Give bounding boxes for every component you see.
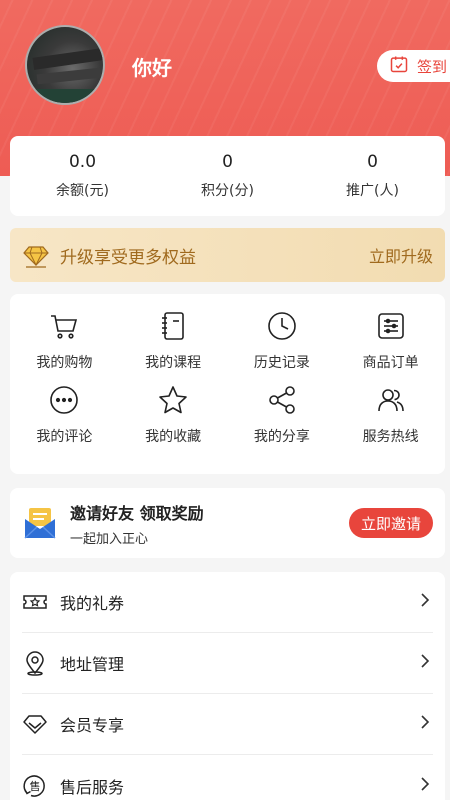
grid-item-label: 我的购物	[36, 355, 93, 371]
diamond-outline-icon	[22, 711, 48, 737]
avatar[interactable]	[25, 25, 105, 105]
grid-item-history[interactable]: 历史记录	[228, 310, 337, 384]
upgrade-now-link[interactable]: 立即升级	[369, 243, 433, 267]
menu-item-label: 会员专享	[60, 716, 125, 735]
menu-item-label: 地址管理	[60, 655, 125, 674]
menu-item-after-sales[interactable]: 售 售后服务	[22, 755, 433, 800]
signin-label: 签到	[417, 57, 448, 76]
grid-item-label: 我的课程	[145, 355, 202, 371]
stat-points[interactable]: 0 积分(分)	[155, 136, 300, 216]
grid-item-comments[interactable]: 我的评论	[10, 384, 119, 458]
clock-icon	[266, 310, 298, 346]
notebook-icon	[157, 310, 189, 346]
list-icon	[375, 310, 407, 346]
comment-icon	[48, 384, 80, 420]
stat-label: 推广(人)	[346, 183, 399, 199]
grid-item-label: 我的评论	[36, 429, 93, 445]
invite-subtitle: 一起加入正心	[70, 531, 149, 547]
grid-item-label: 我的分享	[253, 429, 310, 445]
vip-upgrade-banner[interactable]: 升级享受更多权益 立即升级	[10, 228, 445, 282]
menu-item-membership[interactable]: 会员专享	[22, 694, 433, 755]
stat-value: 0.0	[68, 152, 97, 172]
invite-now-button[interactable]: 立即邀请	[348, 508, 433, 538]
grid-item-orders[interactable]: 商品订单	[336, 310, 445, 384]
menu-item-address[interactable]: 地址管理	[22, 633, 433, 694]
menu-item-label: 售后服务	[60, 777, 125, 797]
users-icon	[375, 384, 407, 420]
grid-item-label: 服务热线	[362, 429, 419, 445]
stat-balance[interactable]: 0.0 余额(元)	[10, 136, 155, 216]
vip-text: 升级享受更多权益	[60, 247, 196, 268]
grid-item-label: 商品订单	[362, 355, 419, 371]
invite-title: 邀请好友 领取奖励	[70, 503, 204, 523]
diamond-icon	[22, 241, 50, 269]
grid-item-shopping[interactable]: 我的购物	[10, 310, 119, 384]
stat-value: 0	[367, 152, 378, 172]
ticket-icon	[22, 589, 48, 615]
calendar-icon	[389, 54, 409, 78]
stat-label: 积分(分)	[201, 183, 254, 199]
envelope-icon	[22, 505, 58, 541]
cart-icon	[48, 310, 80, 346]
feature-grid: 我的购物 我的课程 历史记录 商品订单 我的评论 我的收藏 我的分享 服务热线	[10, 294, 445, 474]
menu-item-label: 我的礼券	[60, 594, 125, 613]
chevron-right-icon	[417, 653, 433, 673]
location-icon	[22, 650, 48, 676]
star-icon	[157, 384, 189, 420]
grid-item-label: 我的收藏	[145, 429, 202, 445]
chevron-right-icon	[417, 776, 433, 796]
chevron-right-icon	[417, 592, 433, 612]
grid-item-shares[interactable]: 我的分享	[228, 384, 337, 458]
invite-card: 邀请好友 领取奖励 一起加入正心 立即邀请	[10, 488, 445, 558]
grid-item-hotline[interactable]: 服务热线	[336, 384, 445, 458]
chevron-right-icon	[417, 714, 433, 734]
menu-item-coupons[interactable]: 我的礼券	[22, 572, 433, 633]
stat-label: 余额(元)	[56, 183, 109, 199]
stats-panel: 0.0 余额(元) 0 积分(分) 0 推广(人)	[10, 136, 445, 216]
username: 你好	[132, 56, 172, 80]
stat-value: 0	[222, 152, 233, 172]
grid-item-label: 历史记录	[253, 355, 310, 371]
signin-button[interactable]: 签到	[377, 50, 450, 82]
grid-item-courses[interactable]: 我的课程	[119, 310, 228, 384]
after-sale-icon: 售	[22, 773, 48, 799]
svg-text:售: 售	[30, 779, 41, 793]
grid-item-favorites[interactable]: 我的收藏	[119, 384, 228, 458]
settings-menu: 我的礼券 地址管理 会员专享 售 售后服务	[10, 572, 445, 800]
stat-referrals[interactable]: 0 推广(人)	[300, 136, 445, 216]
share-icon	[266, 384, 298, 420]
